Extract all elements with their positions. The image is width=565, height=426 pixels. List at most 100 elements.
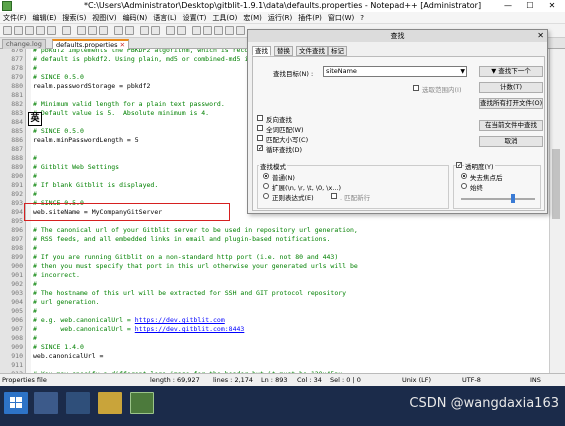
new-file-icon[interactable] bbox=[3, 26, 12, 35]
match-case-checkbox[interactable] bbox=[257, 135, 263, 141]
ime-indicator: 英 bbox=[28, 112, 42, 126]
close-file-icon[interactable] bbox=[47, 26, 56, 35]
line-number: 887 bbox=[11, 145, 23, 153]
find-icon[interactable] bbox=[140, 26, 149, 35]
line-number: 882 bbox=[11, 100, 23, 108]
find-input-value: siteName bbox=[326, 67, 357, 75]
transparency-on-lose-focus-radio[interactable] bbox=[461, 173, 467, 179]
menu-edit[interactable]: 编辑(E) bbox=[30, 12, 60, 24]
tab-mark[interactable]: 标记 bbox=[328, 46, 347, 56]
word-wrap-icon[interactable] bbox=[203, 26, 212, 35]
menu-language[interactable]: 语言(L) bbox=[150, 12, 179, 24]
tab-replace[interactable]: 替换 bbox=[274, 46, 293, 56]
cancel-button[interactable]: 取消 bbox=[479, 136, 543, 147]
menu-macro[interactable]: 宏(M) bbox=[240, 12, 265, 24]
line-text-content: # bbox=[33, 172, 37, 180]
save-icon[interactable] bbox=[25, 26, 34, 35]
notepadpp-icon bbox=[2, 1, 12, 11]
sync-scroll-icon[interactable] bbox=[192, 26, 201, 35]
tab-label: defaults.properties bbox=[56, 41, 118, 49]
server-manager-icon[interactable] bbox=[34, 392, 58, 414]
menu-run[interactable]: 运行(R) bbox=[265, 12, 295, 24]
code-line: 905 # bbox=[0, 307, 549, 316]
line-number: 907 bbox=[11, 325, 23, 333]
menu-window[interactable]: 窗口(W) bbox=[325, 12, 357, 24]
show-all-chars-icon[interactable] bbox=[214, 26, 223, 35]
menu-search[interactable]: 搜索(S) bbox=[59, 12, 89, 24]
line-text: # SINCE 0.5.0 bbox=[33, 73, 84, 82]
transparency-slider-thumb[interactable] bbox=[510, 194, 515, 203]
taskbar: CSDN @wangdaxia163 bbox=[0, 386, 565, 426]
copy-icon[interactable] bbox=[88, 26, 97, 35]
menu-encoding[interactable]: 编码(N) bbox=[120, 12, 151, 24]
indent-guide-icon[interactable] bbox=[225, 26, 234, 35]
find-in-current-button[interactable]: 在当前文件中查找 bbox=[479, 120, 543, 131]
line-text-content: # bbox=[33, 307, 37, 315]
menu-settings[interactable]: 设置(T) bbox=[180, 12, 210, 24]
tab-find[interactable]: 查找 bbox=[252, 46, 271, 56]
powershell-icon[interactable] bbox=[66, 392, 90, 414]
cut-icon[interactable] bbox=[77, 26, 86, 35]
tab-defaults-properties[interactable]: defaults.properties ✕ bbox=[52, 39, 130, 49]
mode-normal-radio[interactable] bbox=[263, 173, 269, 179]
minimize-button[interactable]: — bbox=[497, 0, 519, 12]
tab-change-log[interactable]: change.log bbox=[2, 39, 46, 49]
find-input[interactable]: siteName ▼ bbox=[323, 66, 467, 77]
menu-tools[interactable]: 工具(O) bbox=[209, 12, 240, 24]
menu-help[interactable]: ? bbox=[357, 12, 367, 24]
reverse-checkbox[interactable] bbox=[257, 115, 263, 121]
dot-newline-checkbox[interactable] bbox=[331, 193, 337, 199]
find-next-button[interactable]: ▼ 查找下一个 bbox=[479, 66, 543, 77]
count-button[interactable]: 计数(T) bbox=[479, 82, 543, 93]
scrollbar-thumb[interactable] bbox=[552, 149, 560, 219]
line-text: # SINCE 1.4.0 bbox=[33, 343, 84, 352]
search-selection-checkbox[interactable] bbox=[413, 85, 419, 91]
open-file-icon[interactable] bbox=[14, 26, 23, 35]
zoom-out-icon[interactable] bbox=[177, 26, 186, 35]
save-all-icon[interactable] bbox=[36, 26, 45, 35]
menu-plugins[interactable]: 插件(P) bbox=[295, 12, 325, 24]
paste-icon[interactable] bbox=[99, 26, 108, 35]
mode-extended-radio[interactable] bbox=[263, 183, 269, 189]
whole-word-checkbox[interactable] bbox=[257, 125, 263, 131]
mode-regex-radio[interactable] bbox=[263, 193, 269, 199]
line-number: 881 bbox=[11, 91, 23, 99]
line-number: 903 bbox=[11, 289, 23, 297]
line-text: # incorrect. bbox=[33, 271, 80, 280]
start-button[interactable] bbox=[4, 392, 28, 414]
redo-icon[interactable] bbox=[125, 26, 134, 35]
replace-icon[interactable] bbox=[151, 26, 160, 35]
notepadpp-taskbar-icon[interactable] bbox=[130, 392, 154, 414]
tab-find-in-files[interactable]: 文件查找 bbox=[296, 46, 328, 56]
url-link[interactable]: https://dev.gitblit.com bbox=[135, 316, 225, 324]
transparency-slider[interactable] bbox=[461, 198, 535, 200]
line-number: 877 bbox=[11, 55, 23, 63]
chevron-down-icon[interactable]: ▼ bbox=[460, 67, 465, 76]
status-col: Col : 34 bbox=[297, 376, 322, 384]
menu-view[interactable]: 视图(V) bbox=[89, 12, 119, 24]
url-link[interactable]: https://dev.gitblit.com:8443 bbox=[135, 325, 245, 333]
wrap-around-checkbox[interactable]: ✓ bbox=[257, 145, 263, 152]
maximize-button[interactable]: ☐ bbox=[519, 0, 541, 12]
menu-file[interactable]: 文件(F) bbox=[0, 12, 30, 24]
zoom-in-icon[interactable] bbox=[166, 26, 175, 35]
line-number: 895 bbox=[11, 217, 23, 225]
line-number: 898 bbox=[11, 244, 23, 252]
dialog-close-icon[interactable]: ✕ bbox=[537, 30, 544, 42]
match-case-label: 匹配大小写(C) bbox=[266, 136, 309, 144]
record-macro-icon[interactable] bbox=[236, 26, 245, 35]
vertical-scrollbar[interactable] bbox=[549, 49, 561, 373]
line-number: 897 bbox=[11, 235, 23, 243]
line-text-content: # bbox=[33, 280, 37, 288]
print-icon[interactable] bbox=[62, 26, 71, 35]
find-all-open-button[interactable]: 查找所有打开文件(O) bbox=[479, 98, 543, 109]
undo-icon[interactable] bbox=[114, 26, 123, 35]
close-button[interactable]: ✕ bbox=[541, 0, 563, 12]
windows-logo-icon bbox=[10, 397, 22, 408]
status-encoding: UTF-8 bbox=[462, 376, 481, 384]
tab-close-icon[interactable]: ✕ bbox=[120, 41, 125, 49]
transparency-checkbox[interactable]: ✓ bbox=[456, 162, 462, 169]
transparency-always-radio[interactable] bbox=[461, 183, 467, 189]
line-text: # bbox=[33, 154, 37, 163]
file-explorer-icon[interactable] bbox=[98, 392, 122, 414]
